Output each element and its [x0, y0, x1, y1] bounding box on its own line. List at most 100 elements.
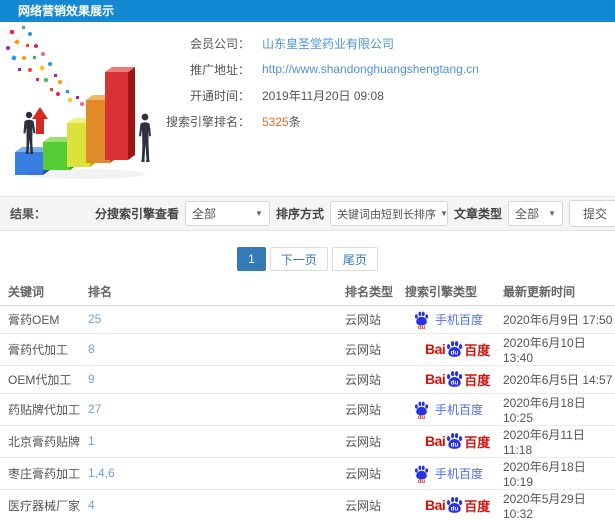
- rank-cell: 4: [80, 489, 337, 520]
- rank-link[interactable]: 25: [88, 312, 101, 326]
- rank-type-cell: 云网站: [337, 489, 397, 520]
- baidu-logo-bai: Bai: [425, 497, 446, 513]
- company-info-list: 会员公司： 山东皇圣堂药业有限公司 推广地址： http://www.shand…: [162, 22, 615, 192]
- svg-text:du: du: [451, 350, 459, 357]
- table-row: OEM代加工 9 云网站 Bai du 百度 2020年6月5日 14:57: [0, 365, 615, 394]
- rank-count: 5325: [262, 114, 289, 129]
- mobile-baidu-badge: du 手机百度: [413, 311, 483, 331]
- keyword-cell: 膏药OEM: [0, 305, 80, 334]
- rank-type-cell: 云网站: [337, 333, 397, 366]
- svg-text:du: du: [451, 506, 459, 513]
- page-title: 网络营销效果展示: [18, 4, 115, 18]
- info-row: 会员公司： 山东皇圣堂药业有限公司: [162, 30, 615, 56]
- table-header-row: 关键词 排名 排名类型 搜索引擎类型 最新更新时间: [0, 283, 615, 306]
- baidu-paw-icon: du: [413, 401, 430, 421]
- info-row: 搜索引擎排名： 5325条: [162, 108, 615, 134]
- keyword-text: 药贴牌代加工: [8, 402, 81, 417]
- updated-text: 2020年5月29日 10:32: [503, 491, 586, 520]
- rank-link[interactable]: 27: [88, 402, 101, 416]
- table-body: 膏药OEM 25 云网站 du 手机百度 2020年6月9日 17:50 膏药代…: [0, 305, 615, 520]
- baidu-logo-bai: Bai: [425, 341, 446, 357]
- svg-text:du: du: [451, 380, 459, 387]
- baidu-paw-icon: du: [445, 496, 464, 514]
- mobile-baidu-badge: du 手机百度: [413, 465, 484, 485]
- baidu-logo-bai: Bai: [425, 371, 446, 387]
- rank-type-cell: 云网站: [337, 393, 397, 426]
- baidu-du-mark: du: [417, 324, 426, 331]
- submit-button[interactable]: 提交: [568, 200, 615, 227]
- rank-link[interactable]: 4: [88, 498, 95, 512]
- updated-cell: 2020年6月10日 13:40: [495, 333, 615, 366]
- updated-cell: 2020年5月29日 10:32: [495, 489, 615, 520]
- updated-text: 2020年6月18日 10:19: [503, 459, 586, 489]
- table-row: 药贴牌代加工 27 云网站 du 手机百度 2020年6月18日 10:25: [0, 393, 615, 426]
- baidu-paw-icon: du: [413, 465, 430, 485]
- baidu-paw-icon: du: [445, 432, 464, 450]
- mobile-baidu-label: 手机百度: [435, 466, 484, 481]
- rank-cell: 1: [80, 425, 337, 458]
- sort-select[interactable]: 关键词由短到长排序 ▼: [329, 201, 448, 226]
- engine-cell: du 手机百度 Bai: [397, 393, 495, 426]
- updated-cell: 2020年6月18日 10:19: [495, 457, 615, 490]
- chevron-down-icon: ▼: [439, 209, 448, 218]
- growth-chart-illustration: [6, 26, 151, 179]
- rank-link[interactable]: 1: [88, 434, 95, 448]
- businessman-right: [139, 113, 151, 162]
- rank-type-text: 云网站: [345, 402, 382, 417]
- info-row: 开通时间： 2019年11月20日 09:08: [162, 82, 615, 108]
- mobile-baidu-badge: du 手机百度: [413, 401, 484, 421]
- rank-type-text: 云网站: [345, 498, 382, 513]
- keyword-cell: 医疗器械厂家: [0, 489, 80, 520]
- page-1-button[interactable]: 1: [237, 247, 266, 271]
- rank-cell: 8: [80, 333, 337, 366]
- rank-link[interactable]: 9: [88, 372, 95, 386]
- keyword-cell: 药贴牌代加工: [0, 393, 81, 426]
- info-section: 会员公司： 山东皇圣堂药业有限公司 推广地址： http://www.shand…: [0, 22, 615, 192]
- column-header: 搜索引擎类型: [397, 283, 495, 306]
- column-header: 排名: [80, 283, 337, 306]
- info-value-link[interactable]: 山东皇圣堂药业有限公司: [262, 35, 394, 52]
- pagination: 1 下一页 尾页: [0, 247, 615, 271]
- info-value: 5325条: [262, 113, 301, 130]
- rank-type-text: 云网站: [345, 342, 382, 357]
- keyword-text: 医疗器械厂家: [8, 498, 81, 513]
- keyword-rank-table: 关键词 排名 排名类型 搜索引擎类型 最新更新时间 膏药OEM 25 云网站 d…: [0, 283, 615, 520]
- engine-select-value: 全部: [191, 207, 216, 221]
- article-select-value: 全部: [514, 207, 539, 221]
- updated-cell: 2020年6月5日 14:57: [495, 365, 615, 394]
- baidu-du-mark: du: [417, 478, 426, 485]
- mobile-baidu-label: 手机百度: [435, 402, 484, 417]
- baidu-paw-icon: du: [445, 370, 464, 388]
- engine-cell: du Bai: [397, 333, 495, 366]
- keyword-cell: OEM代加工: [0, 365, 80, 394]
- last-page-button[interactable]: 尾页: [331, 247, 378, 271]
- rank-cell: 25: [80, 305, 337, 334]
- article-type-select[interactable]: 全部 ▼: [507, 201, 563, 226]
- baidu-paw-icon: du: [413, 311, 430, 331]
- rank-type-text: 云网站: [345, 434, 382, 449]
- table-row: 北京膏药贴牌 1 云网站 Bai du 百度 2020年6月11日 11:18: [0, 425, 615, 458]
- keyword-text: OEM代加工: [8, 372, 72, 387]
- info-value-link[interactable]: http://www.shandonghuangshengtang.cn: [262, 62, 479, 76]
- engine-cell: du 手机百度 Bai: [397, 305, 495, 334]
- keyword-cell: 膏药代加工: [0, 333, 80, 366]
- baidu-logo: Bai du 百度: [425, 496, 490, 515]
- chevron-down-icon: ▼: [548, 209, 556, 218]
- next-page-button[interactable]: 下一页: [269, 247, 328, 271]
- engine-select[interactable]: 全部 ▼: [184, 201, 270, 226]
- info-label: 推广地址：: [189, 62, 250, 77]
- keyword-text: 枣庄膏药加工: [8, 466, 81, 481]
- info-row: 推广地址： http://www.shandonghuangshengtang.…: [162, 56, 615, 82]
- baidu-logo-bai: Bai: [425, 433, 446, 449]
- confetti-dots: [6, 26, 84, 106]
- baidu-logo-cn: 百度: [464, 372, 491, 388]
- baidu-logo-cn: 百度: [464, 342, 491, 358]
- svg-text:du: du: [451, 442, 459, 449]
- keyword-text: 膏药OEM: [8, 312, 60, 327]
- rank-link[interactable]: 1,4,6: [88, 466, 115, 480]
- keyword-cell: 枣庄膏药加工: [0, 457, 81, 490]
- rank-type-cell: 云网站: [337, 425, 397, 458]
- rank-cell: 1,4,6: [80, 457, 337, 490]
- rank-link[interactable]: 8: [88, 342, 95, 356]
- baidu-logo: Bai du 百度: [425, 340, 490, 359]
